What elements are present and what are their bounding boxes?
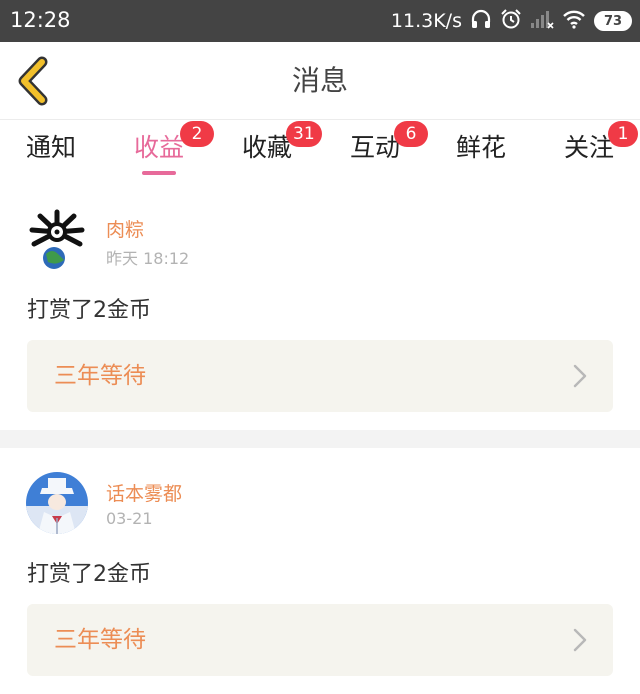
status-time: 12:28	[10, 8, 71, 32]
wifi-icon	[562, 9, 586, 34]
timestamp: 昨天 18:12	[106, 249, 190, 268]
tab-label: 关注	[563, 133, 614, 162]
tab-flowers[interactable]: 鲜花	[436, 129, 526, 173]
username[interactable]: 肉粽	[106, 215, 144, 242]
active-tab-indicator	[142, 171, 176, 175]
tab-earnings[interactable]: 收益 2	[114, 121, 214, 175]
tab-notifications[interactable]: 通知	[6, 129, 96, 173]
message-text: 打赏了2金币	[27, 298, 151, 323]
list-item: 话本雾都 03-21 打赏了2金币 三年等待	[0, 448, 640, 694]
list-item: 肉粽 昨天 18:12 打赏了2金币 三年等待	[0, 184, 640, 430]
battery-icon: 73	[594, 11, 632, 31]
tab-badge: 31	[286, 121, 322, 147]
avatar[interactable]	[26, 208, 88, 270]
tab-label: 鲜花	[455, 133, 506, 162]
headset-icon	[470, 8, 492, 35]
message-feed: 肉粽 昨天 18:12 打赏了2金币 三年等待 话本雾都 03-21 打赏了2金…	[0, 184, 640, 694]
tab-label: 通知	[25, 133, 76, 162]
tab-label: 互动	[349, 133, 400, 162]
signal-icon	[530, 9, 554, 34]
work-link[interactable]: 三年等待	[27, 604, 613, 676]
tab-badge: 1	[608, 121, 638, 147]
chevron-right-icon	[573, 364, 587, 388]
network-speed: 11.3K/s	[390, 10, 462, 32]
avatar[interactable]	[26, 472, 88, 534]
tab-favorites[interactable]: 收藏 31	[222, 121, 322, 173]
work-link[interactable]: 三年等待	[27, 340, 613, 412]
alarm-icon	[500, 8, 522, 35]
back-button[interactable]	[12, 56, 58, 106]
page-title: 消息	[291, 64, 348, 97]
tab-interactions[interactable]: 互动 6	[330, 121, 428, 173]
tab-bar: 通知 收益 2 收藏 31 互动 6 鲜花 关注 1	[0, 121, 640, 179]
username[interactable]: 话本雾都	[106, 479, 182, 506]
tab-label: 收益	[133, 133, 184, 162]
message-text: 打赏了2金币	[27, 562, 151, 587]
work-title: 三年等待	[54, 627, 146, 653]
tab-following[interactable]: 关注 1	[544, 121, 638, 173]
timestamp: 03-21	[106, 509, 153, 528]
chevron-right-icon	[573, 628, 587, 652]
tab-label: 收藏	[241, 133, 292, 162]
divider	[0, 430, 640, 448]
status-icons: 11.3K/s 73	[391, 8, 632, 34]
tab-badge: 6	[394, 121, 428, 147]
work-title: 三年等待	[54, 363, 146, 389]
chevron-left-icon	[18, 56, 48, 106]
tab-badge: 2	[180, 121, 214, 147]
status-bar: 12:28 11.3K/s 73	[0, 0, 640, 42]
app-header: 消息	[0, 42, 640, 120]
